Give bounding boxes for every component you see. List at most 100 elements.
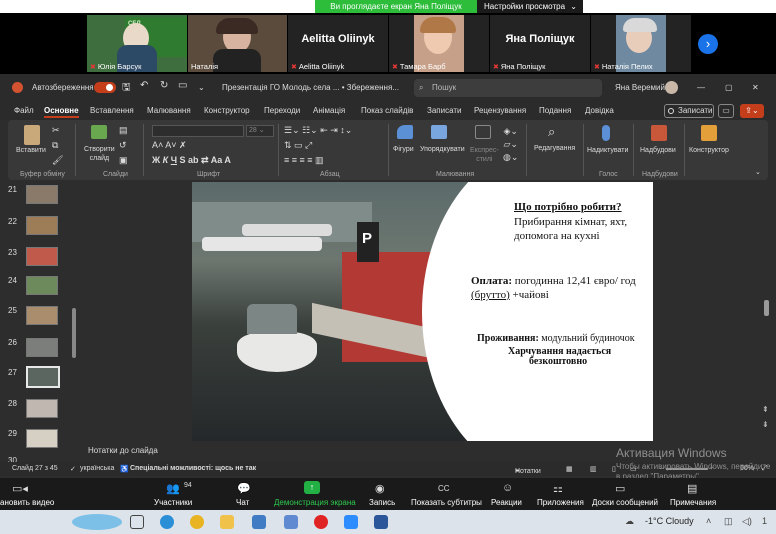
redo-icon[interactable]: ↻: [160, 80, 168, 91]
addins-button[interactable]: Надбудови: [640, 147, 676, 154]
share-icon[interactable]: ⇪⌄: [740, 104, 764, 118]
autosave-toggle[interactable]: [94, 82, 116, 93]
record-icon[interactable]: ◉: [375, 482, 385, 495]
ribbon-collapse-icon[interactable]: ⌄: [755, 168, 761, 176]
slide-sorter-icon[interactable]: ▥: [590, 465, 597, 473]
slide-thumbnail[interactable]: [26, 276, 58, 295]
undo-icon[interactable]: ↶: [140, 80, 148, 91]
captions-icon[interactable]: CC: [438, 484, 450, 493]
shapes-button[interactable]: Фігури: [393, 146, 414, 153]
section-icon[interactable]: ▣: [119, 155, 128, 166]
increase-font-icon[interactable]: A˄ A˅ ✗: [152, 140, 187, 151]
participants-button[interactable]: Участники: [154, 498, 192, 507]
microphone-icon[interactable]: [602, 125, 610, 141]
notes-button[interactable]: Примечания: [670, 498, 716, 507]
customize-toolbar-icon[interactable]: ⌄: [198, 83, 205, 92]
apps-icon[interactable]: ⚏: [553, 482, 563, 495]
bold-icon[interactable]: Ж К Ч S ab ⇄ Aa A: [152, 155, 231, 166]
video-camera-icon[interactable]: ▭◂: [12, 482, 28, 495]
participant-tile[interactable]: Aelitta Oliinyk ✖ Aelitta Oliinyk: [288, 15, 388, 72]
tab-review[interactable]: Рецензування: [474, 106, 526, 115]
record-button[interactable]: Записати: [664, 104, 714, 118]
text-direction-icon[interactable]: ⇅ ▭ ⤢: [284, 140, 312, 151]
arrange-icon[interactable]: [431, 125, 447, 139]
designer-icon[interactable]: [701, 125, 717, 141]
whiteboard-icon[interactable]: ▭: [615, 482, 625, 495]
align-left-icon[interactable]: ≡ ≡ ≡ ≡ ▥: [284, 155, 324, 166]
opera-icon[interactable]: [314, 515, 328, 529]
slide-scrollbar[interactable]: [764, 300, 769, 316]
reactions-icon[interactable]: ☺: [502, 482, 513, 494]
next-page-button[interactable]: ›: [698, 34, 718, 54]
video-button[interactable]: ановить видео: [0, 498, 54, 507]
reset-icon[interactable]: ↺: [119, 140, 127, 151]
addins-icon[interactable]: [651, 125, 667, 141]
slide-thumbnail[interactable]: [26, 338, 58, 357]
copy-icon[interactable]: ⧉: [52, 140, 58, 151]
comments-icon[interactable]: ▭: [718, 104, 734, 118]
weather-widget-icon[interactable]: [72, 514, 122, 530]
tab-home[interactable]: Основне: [44, 106, 79, 118]
search-input[interactable]: ⌕ Пошук: [414, 79, 602, 97]
accessibility-icon[interactable]: ♿: [120, 465, 129, 473]
share-screen-icon[interactable]: ↑: [304, 481, 320, 494]
tab-slideshow[interactable]: Показ слайдів: [361, 106, 413, 115]
font-size-select[interactable]: 28 ⌄: [246, 125, 274, 137]
format-painter-icon[interactable]: 🖌: [52, 155, 63, 166]
captions-button[interactable]: Показать субтитры: [411, 498, 482, 507]
slide-thumbnail[interactable]: [26, 399, 58, 418]
slide-thumbnail[interactable]: [26, 306, 58, 325]
slideshow-icon[interactable]: ▭: [178, 80, 187, 91]
store-icon[interactable]: [252, 515, 266, 529]
volume-icon[interactable]: ◁): [742, 516, 752, 527]
designer-button[interactable]: Конструктор: [689, 147, 729, 154]
participant-tile[interactable]: Наталія: [188, 15, 287, 72]
arrange-button[interactable]: Упорядкувати: [420, 146, 465, 153]
accessibility-status[interactable]: Спеціальні можливості: щось не так: [130, 465, 256, 472]
editing-button[interactable]: Редагування: [534, 145, 575, 152]
slide-thumbnail[interactable]: [26, 185, 58, 204]
document-title[interactable]: Презентація ГО Молодь села ... • Збереже…: [222, 83, 399, 92]
participant-tile[interactable]: СЕЛАГРАУНІВ ✖Юлія Барсук: [87, 15, 187, 72]
slide-thumbnail-selected[interactable]: [26, 366, 60, 388]
paste-icon[interactable]: [24, 125, 40, 145]
edge-icon[interactable]: [160, 515, 174, 529]
editing-icon[interactable]: ⌕: [548, 124, 555, 140]
shapes-icon[interactable]: [397, 125, 413, 139]
mail-icon[interactable]: [284, 515, 298, 529]
bullets-icon[interactable]: ☰⌄ ☷⌄ ⇤ ⇥ ↕⌄: [284, 125, 352, 136]
participant-tile[interactable]: ✖ Тамара Барб: [389, 15, 489, 72]
tab-view[interactable]: Подання: [539, 106, 571, 115]
tab-file[interactable]: Файл: [14, 106, 34, 115]
language-indicator[interactable]: українська: [80, 465, 114, 472]
quick-styles-icon[interactable]: [475, 125, 491, 139]
save-icon[interactable]: 🖫: [122, 80, 131, 97]
share-screen-button[interactable]: Демонстрация экрана: [274, 498, 356, 507]
avatar[interactable]: [665, 81, 678, 94]
layout-icon[interactable]: ▤: [119, 125, 128, 136]
slide-thumbnail[interactable]: [26, 216, 58, 235]
tray-chevron-icon[interactable]: ˄: [706, 516, 711, 526]
close-icon[interactable]: ✕: [752, 83, 759, 92]
zoom-app-icon[interactable]: [344, 515, 358, 529]
task-view-icon[interactable]: [130, 515, 144, 529]
maximize-icon[interactable]: ▢: [725, 83, 733, 92]
tab-animations[interactable]: Анімація: [313, 106, 345, 115]
weather-text[interactable]: -1°C Cloudy: [645, 516, 694, 526]
previous-slide-icon[interactable]: ⇞: [762, 405, 769, 414]
apps-button[interactable]: Приложения: [537, 498, 584, 507]
file-explorer-icon[interactable]: [220, 515, 234, 529]
tab-help[interactable]: Довідка: [585, 106, 614, 115]
chat-icon[interactable]: 💬: [237, 482, 251, 495]
slide-thumbnail[interactable]: [26, 247, 58, 266]
normal-view-icon[interactable]: ▦: [566, 465, 573, 473]
tab-design[interactable]: Конструктор: [204, 106, 250, 115]
user-name[interactable]: Яна Веремий: [615, 83, 665, 92]
next-slide-icon[interactable]: ⇟: [762, 420, 769, 429]
shape-fill-icon[interactable]: ◈⌄ ▱⌄ ◍⌄: [503, 125, 518, 164]
spellcheck-icon[interactable]: ✓: [70, 465, 76, 473]
font-name-select[interactable]: [152, 125, 244, 137]
new-slide-icon[interactable]: [91, 125, 107, 139]
notes-icon[interactable]: ▤: [687, 482, 697, 495]
word-icon[interactable]: [374, 515, 388, 529]
